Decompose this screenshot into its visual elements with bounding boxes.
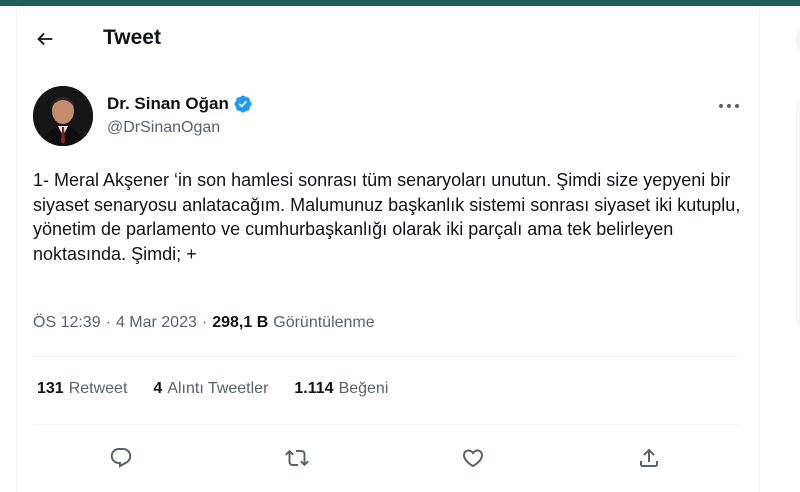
- tweet-meta: ÖS 12:39 · 4 Mar 2023 · 298,1 B Görüntül…: [33, 314, 375, 332]
- likes-count: 1.114: [294, 380, 334, 397]
- tweet-text: 1- Meral Akşener ‘in son hamlesi sonrası…: [33, 170, 741, 264]
- back-button[interactable]: [27, 21, 63, 57]
- main-column: Tweet Dr. Sinan Oğan @DrSinanOgan 1- Mer…: [16, 6, 760, 492]
- avatar[interactable]: [33, 86, 93, 146]
- verified-badge-icon: [234, 95, 252, 113]
- likes-label: Beğeni: [338, 380, 389, 397]
- handle[interactable]: @DrSinanOgan: [107, 119, 220, 137]
- views-count: 298,1 B: [212, 314, 269, 331]
- avatar-image: [33, 86, 93, 146]
- meta-separator: ·: [105, 314, 111, 331]
- retweets-label: Retweet: [68, 380, 128, 397]
- divider: [33, 356, 739, 357]
- tweet-date[interactable]: 4 Mar 2023: [116, 314, 197, 332]
- quotes-label: Alıntı Tweetler: [167, 380, 269, 397]
- retweets-count: 131: [37, 380, 64, 397]
- more-horizontal-icon: [719, 104, 739, 108]
- meta-separator: ·: [201, 314, 208, 331]
- display-name-row: Dr. Sinan Oğan: [107, 94, 253, 114]
- reply-button[interactable]: [101, 438, 141, 478]
- sidebar-card: [796, 96, 800, 332]
- display-name[interactable]: Dr. Sinan Oğan: [107, 94, 229, 114]
- retweets-stat[interactable]: 131 Retweet: [37, 380, 127, 398]
- views-label: Görüntülenme: [273, 314, 375, 331]
- arrow-left-icon: [37, 32, 53, 46]
- share-icon: [640, 448, 658, 467]
- quotes-stat[interactable]: 4 Alıntı Tweetler: [153, 380, 268, 398]
- sidebar-search-box[interactable]: [796, 22, 800, 58]
- like-button[interactable]: [453, 438, 493, 478]
- share-button[interactable]: [629, 438, 669, 478]
- reply-icon: [110, 448, 132, 468]
- retweet-icon: [285, 449, 309, 467]
- divider: [33, 424, 739, 425]
- header: Tweet: [17, 6, 759, 72]
- right-sidebar: [788, 6, 800, 492]
- heart-icon: [462, 449, 484, 468]
- likes-stat[interactable]: 1.114 Beğeni: [294, 380, 388, 398]
- retweet-button[interactable]: [277, 438, 317, 478]
- tweet-actions: [17, 438, 759, 478]
- tweet-time[interactable]: ÖS 12:39: [33, 314, 101, 332]
- tweet-stats: 131 Retweet 4 Alıntı Tweetler 1.114 Beğe…: [37, 380, 414, 398]
- quotes-count: 4: [153, 380, 163, 397]
- more-button[interactable]: [715, 96, 743, 116]
- page-title: Tweet: [103, 26, 161, 49]
- tweet-author: Dr. Sinan Oğan @DrSinanOgan: [17, 86, 759, 150]
